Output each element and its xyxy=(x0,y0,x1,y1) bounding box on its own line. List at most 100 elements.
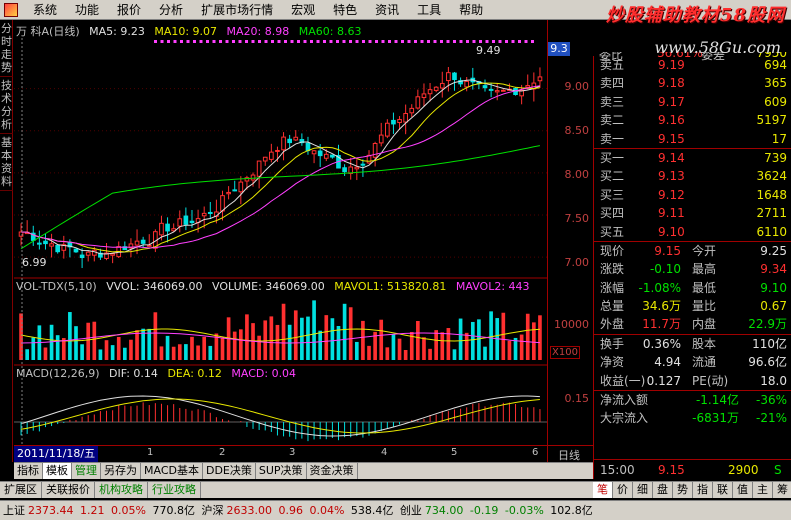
cy-index-label[interactable]: 创业 xyxy=(400,501,422,520)
extension-tab[interactable]: 关联报价 xyxy=(42,482,95,498)
menu-item[interactable]: 报价 xyxy=(108,0,150,20)
candle-body xyxy=(342,167,347,173)
indicator-tab[interactable]: 资金决策 xyxy=(307,463,358,479)
indicator-tab[interactable]: MACD基本 xyxy=(141,463,203,479)
sh-index-price: 2373.44 xyxy=(28,504,74,517)
stat-value: 9.10 xyxy=(760,280,787,295)
quote-tab[interactable]: 势 xyxy=(673,482,693,498)
kline-chart[interactable]: 9.49 6.99 xyxy=(14,20,547,462)
stat-row: 总量 34.6万 量比 0.67 xyxy=(594,297,791,315)
flow-pct: -21% xyxy=(755,411,787,426)
chart-area[interactable]: 9.49 6.99 万 科A(日线) MA5: 9.23 MA10: 9.07 M… xyxy=(14,20,547,462)
quote-tab[interactable]: 主 xyxy=(753,482,773,498)
candle-body xyxy=(427,89,433,95)
stat-value: 4.94 xyxy=(654,355,681,370)
extension-tab[interactable]: 行业攻略 xyxy=(148,482,201,498)
quote-tab[interactable]: 价 xyxy=(613,482,633,498)
signal-marker xyxy=(518,40,521,43)
quote-tab[interactable]: 细 xyxy=(633,482,653,498)
trade-time: 15:00 xyxy=(600,463,635,477)
menu-item[interactable]: 功能 xyxy=(66,0,108,20)
quote-panel: 卖五 9.19 694 卖四 9.18 365 卖三 9.17 609 卖二 9.16 5197 卖一 9… xyxy=(593,56,791,479)
sell-level-row: 卖四 9.18 365 xyxy=(594,74,791,92)
candle-body xyxy=(360,163,366,166)
menu-item[interactable]: 分析 xyxy=(150,0,192,20)
signal-marker xyxy=(316,40,320,43)
hs-index-pct: 0.04% xyxy=(309,504,345,517)
signal-marker xyxy=(531,40,534,43)
level-price: 9.19 xyxy=(658,58,685,72)
quote-tab[interactable]: 值 xyxy=(733,482,753,498)
stat-value: -0.10 xyxy=(649,262,681,277)
signal-marker xyxy=(297,40,300,43)
indicator-tab[interactable]: DDE决策 xyxy=(203,463,256,479)
vtab-technical-analysis[interactable]: 技术分析 xyxy=(0,77,13,134)
stat-row: 涨跌 -0.10 最高 9.34 xyxy=(594,260,791,278)
axis-label: 8.00 xyxy=(564,168,590,181)
cy-index-amount: 102.8亿 xyxy=(550,504,593,517)
quote-tab[interactable]: 笔 xyxy=(593,482,613,498)
candle-body xyxy=(287,138,292,144)
signal-marker xyxy=(433,40,437,43)
signal-marker xyxy=(388,40,391,43)
period-selector[interactable]: 日线 xyxy=(558,447,580,463)
menu-item[interactable]: 特色 xyxy=(324,0,366,20)
signal-marker xyxy=(245,40,248,43)
vtab-basic-info[interactable]: 基本资料 xyxy=(0,134,13,191)
candle-body xyxy=(226,191,231,195)
stat-value: 9.34 xyxy=(760,262,787,277)
signal-marker xyxy=(160,40,164,43)
stat-row: 涨幅 -1.08% 最低 9.10 xyxy=(594,279,791,297)
macd-header: MACD(12,26,9) DIF: 0.14 DEA: 0.12 MACD: … xyxy=(16,367,302,380)
hs-index-label[interactable]: 沪深 xyxy=(201,501,223,520)
volume-value: VOLUME: 346069.00 xyxy=(212,280,325,293)
indicator-tab[interactable]: SUP决策 xyxy=(256,463,307,479)
stat-value: 0.127 xyxy=(646,373,681,388)
brand-watermark: 炒股辅助教材58股网 xyxy=(605,5,785,26)
quote-tab[interactable]: 盘 xyxy=(653,482,673,498)
trade-side: S xyxy=(774,463,782,477)
menu-item[interactable]: 帮助 xyxy=(450,0,492,20)
ma20-value: MA20: 8.98 xyxy=(226,25,290,38)
level-volume: 609 xyxy=(764,94,787,109)
menu-item[interactable]: 扩展市场行情 xyxy=(192,0,282,20)
indicator-tab[interactable]: 指标 xyxy=(14,463,43,479)
indicator-tab[interactable]: 管理 xyxy=(72,463,101,479)
hs-index-amount: 538.4亿 xyxy=(350,504,394,517)
quote-tab[interactable]: 联 xyxy=(713,482,733,498)
signal-marker xyxy=(381,40,385,43)
high-price-label: 9.49 xyxy=(476,44,501,57)
indicator-tab[interactable]: 模板 xyxy=(43,463,72,479)
menu-item[interactable]: 资讯 xyxy=(366,0,408,20)
candle-body xyxy=(79,254,85,259)
signal-marker xyxy=(258,40,261,43)
dea-line xyxy=(21,398,540,434)
signal-marker xyxy=(427,40,430,43)
app-icon[interactable] xyxy=(4,2,18,17)
stat-label: 今开 xyxy=(692,243,717,258)
extension-tab[interactable]: 机构攻略 xyxy=(95,482,148,498)
signal-marker xyxy=(199,40,203,43)
dif-line xyxy=(20,395,540,437)
fund-flow-row: 大宗流入 -6831万 -21% xyxy=(594,409,791,427)
candle-body xyxy=(397,119,402,124)
quote-tab-strip: 笔价细盘势指联值主筹 xyxy=(593,481,791,498)
menu-item[interactable]: 系统 xyxy=(24,0,66,20)
vtab-time-sharing[interactable]: 分时走势 xyxy=(0,20,13,77)
quote-tab[interactable]: 筹 xyxy=(773,482,791,498)
level-label: 卖四 xyxy=(600,76,625,91)
level-price: 9.14 xyxy=(658,150,685,165)
sh-index-label[interactable]: 上证 xyxy=(3,501,25,520)
menu-item[interactable]: 宏观 xyxy=(282,0,324,20)
level-price: 9.15 xyxy=(658,131,685,146)
extension-tab[interactable]: 扩展区 xyxy=(0,482,42,498)
level-volume: 6110 xyxy=(756,224,787,239)
signal-marker xyxy=(173,40,177,43)
sell-level-row: 卖一 9.15 17 xyxy=(594,130,791,148)
stat-value: -1.08% xyxy=(638,280,681,295)
indicator-tab[interactable]: 另存为 xyxy=(101,463,141,479)
candle-body xyxy=(238,181,244,193)
menu-item[interactable]: 工具 xyxy=(408,0,450,20)
candle-body xyxy=(262,156,268,162)
quote-tab[interactable]: 指 xyxy=(693,482,713,498)
